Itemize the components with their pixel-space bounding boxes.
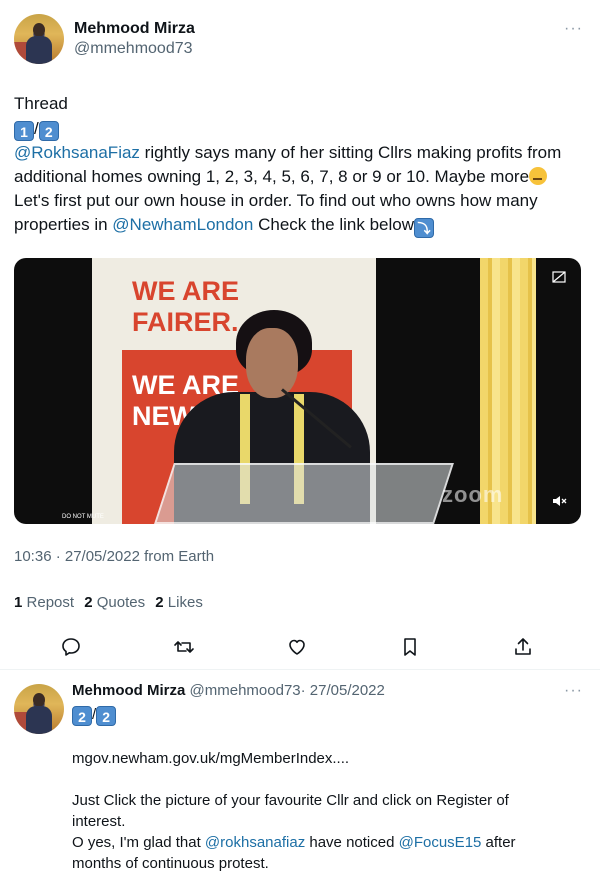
author-handle[interactable]: @mmehmood73 <box>74 40 193 58</box>
divider <box>0 669 600 670</box>
register-link[interactable]: mgov.newham.gov.uk/mgMemberIndex.... <box>72 748 562 769</box>
keycap-two-icon: 2 <box>72 706 92 726</box>
keycap-two-icon: 2 <box>38 121 59 141</box>
reply-more-options-icon[interactable]: ··· <box>564 682 583 700</box>
reply-counter: 2/2 <box>72 706 117 726</box>
tweet-stats: 1 Repost 2 Quotes 2 Likes <box>14 594 209 611</box>
bookmark-icon[interactable] <box>399 636 421 658</box>
keycap-one-icon: 1 <box>14 121 34 141</box>
thread-counter: 1/2 <box>14 117 574 141</box>
reply-author-avatar[interactable] <box>14 684 64 734</box>
reply-paragraph-1: Just Click the picture of your favourite… <box>72 792 509 830</box>
zoom-watermark: zoom <box>442 482 504 507</box>
reply-author-name[interactable]: Mehmood Mirza <box>72 682 185 699</box>
quotes-stat[interactable]: 2 Quotes <box>84 594 145 611</box>
reply-date[interactable]: · 27/05/2022 <box>301 682 385 699</box>
tweet-body: @RokhsanaFiaz rightly says many of her s… <box>14 141 574 238</box>
mention-rokhsanafiaz[interactable]: @rokhsanafiaz <box>205 834 305 851</box>
keycap-two-icon: 2 <box>96 706 117 726</box>
reply-author-handle[interactable]: @mmehmood73 <box>190 682 301 699</box>
action-bar <box>0 636 600 660</box>
podium <box>154 463 454 524</box>
down-right-arrow-icon: ⤵ <box>414 218 434 238</box>
mention-focuse15[interactable]: @FocusE15 <box>399 834 482 851</box>
speaker-face <box>246 328 298 398</box>
likes-stat[interactable]: 2 Likes <box>155 594 203 611</box>
tweet-text: Thread 1/2 @RokhsanaFiaz rightly says ma… <box>14 92 574 238</box>
more-options-icon[interactable]: ··· <box>564 20 583 38</box>
reposts-stat[interactable]: 1 Repost <box>14 594 74 611</box>
mute-icon[interactable] <box>552 494 568 510</box>
reply-header: Mehmood Mirza @mmehmood73· 27/05/2022 <box>72 682 385 699</box>
gif-icon[interactable] <box>552 270 568 286</box>
share-icon[interactable] <box>512 636 534 658</box>
author-name[interactable]: Mehmood Mirza <box>74 20 195 38</box>
thread-label: Thread <box>14 94 68 113</box>
thinking-face-icon <box>529 167 548 185</box>
tweet-timestamp[interactable]: 10:36 · 27/05/2022 from Earth <box>14 548 214 565</box>
reply-icon[interactable] <box>60 636 82 658</box>
repost-icon[interactable] <box>173 636 195 658</box>
mention-rokhsanafiaz[interactable]: @RokhsanaFiaz <box>14 143 140 162</box>
like-icon[interactable] <box>286 636 308 658</box>
tweet-body-part-3: Check the link below <box>253 215 414 234</box>
mention-newhamlondon[interactable]: @NewhamLondon <box>112 215 253 234</box>
banner-slogan-top: WE ARE FAIRER. <box>132 276 239 337</box>
reply-paragraph-2: O yes, I'm glad that @rokhsanafiaz have … <box>72 834 516 872</box>
do-not-mute-label: DO NOT MUTE <box>62 514 104 520</box>
author-avatar[interactable] <box>14 14 64 64</box>
tweet-video[interactable]: WE ARE FAIRER. WE ARE NEW zoom DO NOT MU… <box>14 258 581 524</box>
